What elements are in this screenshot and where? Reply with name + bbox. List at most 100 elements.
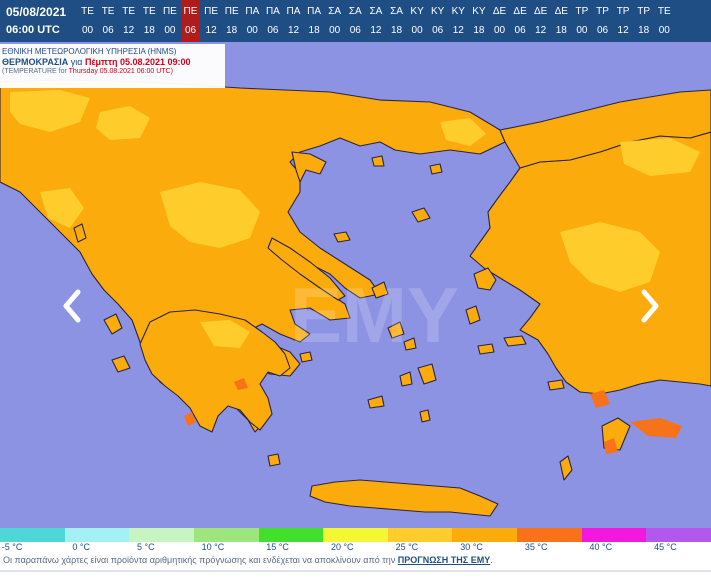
thasos-island — [371, 155, 385, 167]
legend-label: 0 °C — [72, 542, 90, 552]
time-slot[interactable]: ΤΕ 00 — [655, 0, 674, 42]
time-slot-day: ΤΡ — [637, 6, 651, 17]
santorini-island — [419, 409, 431, 423]
time-slot[interactable]: ΚΥ 00 — [408, 0, 427, 42]
time-slot-day: ΣΑ — [328, 6, 342, 17]
time-slot-day: ΚΥ — [451, 6, 465, 17]
time-slot[interactable]: ΤΡ 06 — [593, 0, 612, 42]
prev-button[interactable] — [58, 286, 88, 326]
time-slot-hour: 18 — [308, 25, 320, 36]
time-slot-hour: 00 — [329, 25, 341, 36]
time-slot[interactable]: ΔΕ 00 — [490, 0, 509, 42]
time-slot-hour: 12 — [452, 25, 464, 36]
time-slot[interactable]: ΣΑ 18 — [387, 0, 406, 42]
time-slot[interactable]: ΔΕ 18 — [552, 0, 571, 42]
time-slot-hour: 00 — [164, 25, 176, 36]
karpathos-island — [559, 455, 573, 481]
current-datetime: 05/08/2021 06:00 UTC — [0, 0, 80, 42]
time-slot-day: ΔΕ — [554, 6, 568, 17]
kos-island — [547, 379, 565, 391]
time-slot[interactable]: ΠΕ 00 — [160, 0, 179, 42]
samos-island — [503, 335, 527, 347]
time-slot[interactable]: ΤΕ 00 — [78, 0, 97, 42]
legend-label: 10 °C — [201, 542, 225, 552]
time-slot-day: ΤΕ — [657, 6, 671, 17]
time-slot-hour: 00 — [576, 25, 588, 36]
time-slot-hour: 06 — [514, 25, 526, 36]
time-slot[interactable]: ΔΕ 06 — [511, 0, 530, 42]
time-slot-hour: 18 — [226, 25, 238, 36]
time-slot-hour: 00 — [411, 25, 423, 36]
legend-label: 30 °C — [460, 542, 483, 552]
legend-label: 20 °C — [330, 542, 354, 552]
time-slot-day: ΠΑ — [245, 6, 260, 17]
legend-swatch — [129, 528, 195, 542]
legend-swatch — [387, 528, 453, 542]
time-slot-day: ΤΕ — [122, 6, 136, 17]
time-slot[interactable]: ΤΕ 12 — [119, 0, 138, 42]
time-slot[interactable]: ΚΥ 12 — [449, 0, 468, 42]
forecast-link[interactable]: ΠΡΟΓΝΩΣΗ ΤΗΣ ΕΜΥ — [398, 555, 490, 565]
time-slot-day: ΤΕ — [81, 6, 94, 17]
time-slot[interactable]: ΠΕ 06 — [181, 0, 200, 42]
time-slot-day: ΔΕ — [534, 6, 548, 17]
subtitle-date: Thursday 05.08.2021 06:00 UTC) — [68, 68, 173, 75]
time-slot[interactable]: ΤΕ 18 — [140, 0, 159, 42]
time-slot[interactable]: ΣΑ 12 — [366, 0, 385, 42]
time-slot[interactable]: ΚΥ 06 — [428, 0, 447, 42]
kythira-island — [267, 453, 281, 467]
time-slot[interactable]: ΤΡ 18 — [634, 0, 653, 42]
time-slot-day: ΤΕ — [101, 6, 115, 17]
time-slot-day: ΠΕ — [162, 6, 177, 17]
timeline-bar: 05/08/2021 06:00 UTC ΤΕ 00 ΤΕ 06 ΤΕ 12 ΤΕ 18 ΠΕ 0… — [0, 0, 711, 42]
time-slot[interactable]: ΤΡ 12 — [614, 0, 633, 42]
map-info-box: ΕΘΝΙΚΗ ΜΕΤΕΩΡΟΛΟΓΙΚΗ ΥΠΗΡΕΣΙΑ (HNMS) ΘΕΡ… — [0, 44, 225, 88]
time-slot[interactable]: ΣΑ 00 — [325, 0, 344, 42]
time-slot[interactable]: ΠΑ 18 — [305, 0, 324, 42]
zakynthos-island — [111, 355, 131, 373]
time-slot-hour: 00 — [493, 25, 506, 36]
time-slot-hour: 12 — [535, 25, 547, 36]
title-for: για — [70, 57, 83, 67]
time-slot-hour: 00 — [246, 25, 258, 36]
time-slot[interactable]: ΠΕ 18 — [222, 0, 241, 42]
time-slot-hour: 06 — [102, 25, 114, 36]
time-slot-day: ΤΡ — [616, 6, 630, 17]
time-slot-hour: 12 — [617, 25, 629, 36]
milos-island — [367, 395, 385, 409]
time-slot-hour: 12 — [287, 25, 300, 36]
disclaimer: Οι παραπάνω χάρτες είναι προϊόντα αριθμη… — [0, 555, 711, 569]
time-slot-day: ΠΑ — [265, 6, 280, 17]
time-slot[interactable]: ΣΑ 06 — [346, 0, 365, 42]
time-slot[interactable]: ΚΥ 18 — [469, 0, 488, 42]
legend-swatch — [258, 528, 324, 542]
legend-swatch — [646, 528, 711, 542]
time-slot-day: ΔΕ — [513, 6, 527, 17]
time-slot[interactable]: ΠΑ 00 — [243, 0, 262, 42]
samothraki-island — [429, 163, 443, 175]
time-slot[interactable]: ΤΕ 06 — [99, 0, 118, 42]
time-slot-hour: 18 — [473, 25, 485, 36]
map-subtitle: (TEMPERATURE for Thursday 05.08.2021 06:… — [0, 67, 225, 77]
time-slot[interactable]: ΤΡ 00 — [572, 0, 591, 42]
legend-swatch — [0, 528, 66, 542]
next-button[interactable] — [634, 286, 664, 326]
time-slot-day: ΣΑ — [348, 6, 362, 17]
title-main: ΘΕΡΜΟΚΡΑΣΙΑ — [2, 57, 69, 67]
time-slot[interactable]: ΠΕ 12 — [202, 0, 221, 42]
time-slot-day: ΠΑ — [307, 6, 322, 17]
time-slot[interactable]: ΔΕ 12 — [531, 0, 550, 42]
time-slot-day: ΣΑ — [369, 6, 383, 17]
time-slot-day: ΤΡ — [596, 6, 609, 17]
time-slot[interactable]: ΠΑ 12 — [284, 0, 303, 42]
current-date: 05/08/2021 — [6, 5, 67, 19]
time-slot[interactable]: ΠΑ 06 — [263, 0, 282, 42]
time-slot-day: ΚΥ — [472, 6, 486, 17]
time-slot-day: ΠΑ — [286, 6, 301, 17]
ikaria-island — [477, 343, 495, 355]
time-slot-hour: 00 — [658, 25, 670, 36]
time-slot-hour: 06 — [267, 25, 279, 36]
legend-label: 15 °C — [266, 542, 289, 552]
chevron-right-icon — [641, 289, 659, 323]
disclaimer-end: . — [490, 555, 493, 565]
